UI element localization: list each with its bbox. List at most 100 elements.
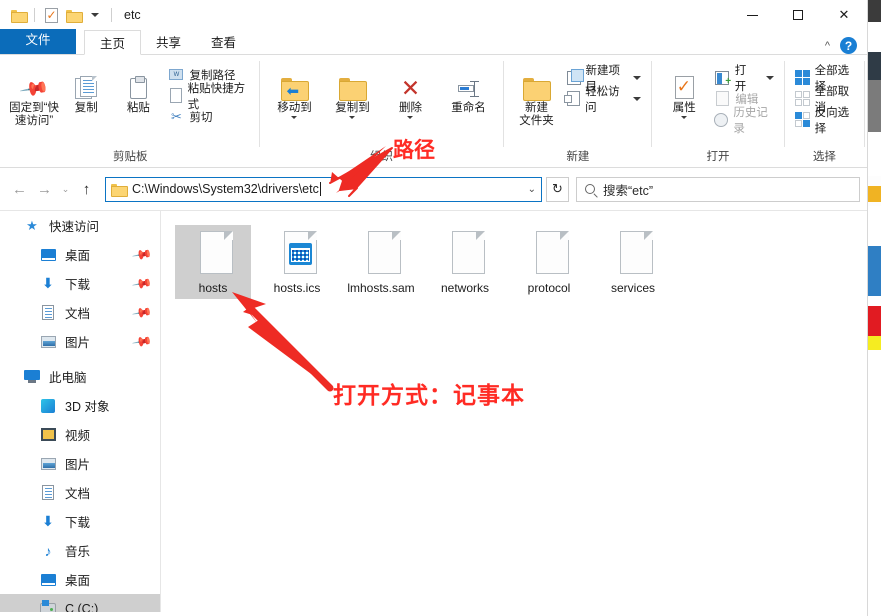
delete-button[interactable]: ✕ 删除 [381,61,439,119]
search-placeholder: 搜索“etc” [603,183,654,198]
help-icon[interactable]: ? [840,37,857,54]
file-item-services[interactable]: services [595,225,671,299]
windows-drive-icon [38,600,58,612]
sidebar-item-videos[interactable]: 视频 [0,420,160,449]
pin-icon[interactable]: 📌 [131,272,153,294]
new-folder-button[interactable]: 新建 文件夹 [510,61,562,128]
blank-document-icon [195,231,233,276]
explorer-body: ★ 快速访问 桌面 📌 ⬇ 下载 📌 文档 📌 图片 📌 此电脑 3D 对象 视… [0,210,867,612]
divider [34,8,35,22]
tab-file[interactable]: 文件 [0,29,76,54]
chevron-down-icon[interactable] [633,96,642,101]
chevron-down-icon[interactable] [407,116,414,119]
sidebar-item-documents[interactable]: 文档 📌 [0,298,160,327]
sidebar-label: 下载 [65,516,91,530]
chevron-down-icon[interactable] [85,4,105,26]
blank-document-icon [531,231,569,276]
title-bar: ✓ etc ✕ [0,0,867,30]
ribbon-group-clipboard: 📌 固定到“快 速访问” 复制 粘贴 W 复制路径 粘贴快捷方式 ✂ 剪切 剪贴… [4,55,257,167]
forward-button[interactable]: → [32,177,57,202]
pin-icon[interactable]: 📌 [131,301,153,323]
cut-label: 剪切 [189,111,213,124]
open-button[interactable]: + 打开 [710,65,777,93]
sidebar-item-drive-c[interactable]: C (C:) [0,594,160,612]
chevron-down-icon[interactable] [765,75,774,80]
history-button: 历史记录 [710,107,777,135]
divider [503,61,505,147]
address-bar[interactable]: C:\Windows\System32\drivers\etc ⌄ [105,176,542,202]
pin-label-line1: 固定到“快 [9,102,59,114]
address-text: C:\Windows\System32\drivers\etc [132,182,319,196]
new-folder-label-line2: 文件夹 [519,115,554,127]
sidebar-section-this-pc[interactable]: 此电脑 [0,362,160,391]
sidebar-item-pictures[interactable]: 图片 📌 [0,327,160,356]
paste-button[interactable]: 粘贴 [112,61,164,115]
sidebar-item-documents[interactable]: 文档 [0,478,160,507]
tab-view[interactable]: 查看 [196,29,251,54]
file-item-lmhosts-sam[interactable]: lmhosts.sam [343,225,419,299]
rename-button[interactable]: 重命名 [439,61,497,115]
new-folder-icon[interactable] [63,4,83,26]
navigation-pane[interactable]: ★ 快速访问 桌面 📌 ⬇ 下载 📌 文档 📌 图片 📌 此电脑 3D 对象 视… [0,211,161,612]
clipboard-small-buttons: W 复制路径 粘贴快捷方式 ✂ 剪切 [164,61,252,127]
sidebar-item-pictures[interactable]: 图片 [0,449,160,478]
delete-icon: ✕ [400,75,421,101]
file-item-hosts-ics[interactable]: hosts.ics [259,225,335,299]
up-button[interactable]: ↑ [74,177,99,202]
sidebar-item-downloads[interactable]: ⬇ 下载 📌 [0,269,160,298]
pin-icon[interactable]: 📌 [131,243,153,265]
folder-icon[interactable] [8,4,28,26]
file-item-networks[interactable]: networks [427,225,503,299]
invert-selection-button[interactable]: 反向选择 [791,107,858,135]
ribbon-tab-bar: 文件 主页 共享 查看 ^ ? [0,29,867,55]
file-item-hosts[interactable]: hosts [175,225,251,299]
file-item-protocol[interactable]: protocol [511,225,587,299]
tab-share[interactable]: 共享 [141,29,196,54]
sidebar-section-quick-access[interactable]: ★ 快速访问 [0,211,160,240]
text-cursor [319,182,321,196]
collapse-ribbon-icon[interactable]: ^ [825,40,830,52]
search-box[interactable]: 搜索“etc” [576,176,860,202]
group-label-new: 新建 [566,151,590,163]
tab-home[interactable]: 主页 [84,30,142,55]
minimize-button[interactable] [729,0,775,30]
chevron-down-icon[interactable] [349,116,356,119]
group-label-select: 选择 [812,151,836,163]
easy-access-button[interactable]: 轻松访问 [563,86,646,114]
file-list-pane[interactable]: hosts hosts.ics lmhosts.sam networks pro… [161,211,867,612]
copy-button[interactable]: 复制 [60,61,112,115]
edit-icon [714,91,730,107]
invert-selection-icon [794,112,810,128]
move-to-label: 移动到 [277,102,312,114]
sidebar-item-desktop[interactable]: 桌面 📌 [0,240,160,269]
copy-to-button[interactable]: 复制到 [323,61,381,119]
move-to-button[interactable]: ⬅ 移动到 [265,61,323,119]
properties-icon[interactable]: ✓ [41,4,61,26]
sidebar-item-desktop[interactable]: 桌面 [0,565,160,594]
file-name: hosts.ics [273,281,321,295]
refresh-button[interactable]: ↻ [546,176,569,202]
chevron-down-icon[interactable] [633,75,642,80]
chevron-down-icon[interactable] [681,116,688,119]
file-name: networks [440,281,490,295]
pin-to-quick-access-button[interactable]: 📌 固定到“快 速访问” [8,61,60,128]
pin-icon[interactable]: 📌 [131,330,153,352]
sidebar-item-music[interactable]: ♪ 音乐 [0,536,160,565]
background-sliver [868,0,881,616]
copy-to-label: 复制到 [335,102,370,114]
back-button[interactable]: ← [7,177,32,202]
recent-locations-button[interactable]: ⌄ [57,177,74,202]
new-small-buttons: 新建项目 轻松访问 [563,61,646,114]
chevron-down-icon[interactable]: ⌄ [528,184,536,195]
properties-button[interactable]: ✓ 属性 [658,61,710,119]
sidebar-item-3d-objects[interactable]: 3D 对象 [0,391,160,420]
blank-document-icon [615,231,653,276]
maximize-button[interactable] [775,0,821,30]
new-folder-icon [523,65,552,101]
chevron-down-icon[interactable] [291,116,298,119]
paste-shortcut-button[interactable]: 粘贴快捷方式 [164,83,252,111]
close-button[interactable]: ✕ [821,0,867,30]
sidebar-item-downloads[interactable]: ⬇ 下载 [0,507,160,536]
sidebar-label: 桌面 [65,249,91,263]
cut-button[interactable]: ✂ 剪切 [164,106,252,127]
